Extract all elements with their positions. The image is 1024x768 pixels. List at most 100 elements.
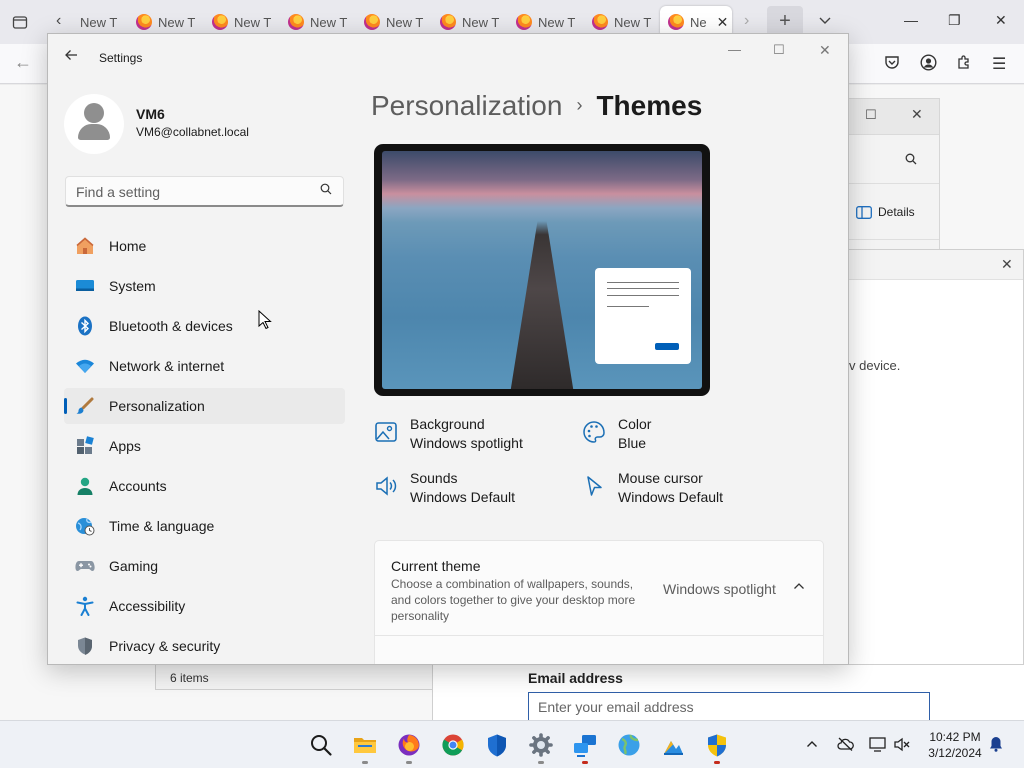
volume-muted-icon[interactable] xyxy=(894,737,910,755)
close-icon[interactable]: ✕ xyxy=(995,12,1007,29)
extensions-icon[interactable] xyxy=(956,54,972,75)
firefox-icon xyxy=(516,14,532,30)
settings-gear-icon[interactable] xyxy=(529,733,553,764)
back-arrow-icon[interactable] xyxy=(64,48,78,67)
chevron-up-icon[interactable] xyxy=(793,579,805,595)
security-shield-icon[interactable] xyxy=(705,733,729,764)
close-tab-icon[interactable]: ✕ xyxy=(717,14,729,31)
details-button[interactable]: Details xyxy=(856,205,915,219)
tab-list-icon[interactable] xyxy=(12,14,28,33)
color-value: Blue xyxy=(618,435,647,451)
firefox-icon[interactable] xyxy=(397,733,421,764)
breadcrumb-parent[interactable]: Personalization xyxy=(371,90,562,121)
person-icon xyxy=(75,476,95,496)
tab-title: New T xyxy=(80,14,118,30)
notification-bell-icon[interactable] xyxy=(989,736,1003,755)
background-title: Background xyxy=(410,416,485,432)
search-icon[interactable] xyxy=(905,153,917,168)
apps-icon xyxy=(75,436,95,456)
photos-icon[interactable] xyxy=(661,733,685,757)
nav-item-privacy[interactable]: Privacy & security xyxy=(64,628,345,664)
tab-title: New T xyxy=(538,14,576,30)
background-value: Windows spotlight xyxy=(410,435,523,451)
search-icon xyxy=(320,183,332,195)
chrome-icon[interactable] xyxy=(441,733,465,757)
cloud-offline-icon[interactable] xyxy=(837,737,854,754)
avatar xyxy=(64,94,124,154)
email-field[interactable] xyxy=(528,692,930,722)
search-icon[interactable] xyxy=(309,733,333,757)
theme-preview xyxy=(374,144,710,396)
minimize-icon[interactable]: — xyxy=(904,12,918,28)
home-icon xyxy=(75,236,95,256)
show-hidden-icons[interactable] xyxy=(806,737,818,753)
minimize-icon[interactable]: — xyxy=(728,42,741,57)
firefox-icon xyxy=(592,14,608,30)
maximize-icon[interactable]: ☐ xyxy=(773,42,785,58)
background-window: ☐ ✕ Details xyxy=(848,98,940,268)
menu-icon[interactable]: ☰ xyxy=(992,54,1006,74)
nav-item-apps[interactable]: Apps xyxy=(64,428,345,464)
details-label: Details xyxy=(878,205,915,219)
nav-item-accounts[interactable]: Accounts xyxy=(64,468,345,504)
remote-desktop-icon[interactable] xyxy=(573,733,597,764)
item-count: 6 items xyxy=(170,671,209,685)
window-title: Settings xyxy=(99,51,143,65)
page-title: Themes xyxy=(596,90,703,121)
pier-image xyxy=(510,221,574,389)
nav-item-bluetooth[interactable]: Bluetooth & devices xyxy=(64,308,345,344)
clock-time: 10:42 PM xyxy=(929,730,981,744)
close-icon[interactable]: ✕ xyxy=(1001,256,1013,273)
search-input[interactable]: Find a setting xyxy=(65,176,344,207)
network-icon[interactable] xyxy=(869,737,886,755)
nav-item-accessibility[interactable]: Accessibility xyxy=(64,588,345,624)
globe-clock-icon xyxy=(75,516,95,536)
current-theme-header[interactable]: Current theme Choose a combination of wa… xyxy=(375,541,823,636)
close-icon[interactable]: ✕ xyxy=(911,106,923,123)
tab-title: New T xyxy=(614,14,652,30)
nav-item-system[interactable]: System xyxy=(64,268,345,304)
nav-label: Home xyxy=(109,238,147,254)
network-globe-icon[interactable] xyxy=(617,733,641,757)
close-icon[interactable]: ✕ xyxy=(819,42,831,59)
nav-item-home[interactable]: Home xyxy=(64,228,345,264)
settings-window: Settings — ☐ ✕ VM6 VM6@collabnet.local F… xyxy=(47,33,849,665)
bluetooth-icon xyxy=(75,316,95,336)
nav-item-gaming[interactable]: Gaming xyxy=(64,548,345,584)
tab-scroll-right-icon[interactable]: › xyxy=(744,13,749,29)
defender-shield-icon[interactable] xyxy=(485,733,509,757)
mouse-pointer-icon xyxy=(258,310,272,330)
nav-item-network[interactable]: Network & internet xyxy=(64,348,345,384)
nav-label: Apps xyxy=(109,438,141,454)
file-explorer-icon[interactable] xyxy=(353,733,377,764)
restore-icon[interactable]: ❐ xyxy=(948,12,961,29)
tab-scroll-left-icon[interactable]: ‹ xyxy=(56,13,61,29)
firefox-icon xyxy=(364,14,380,30)
settings-title-bar: Settings — ☐ ✕ xyxy=(48,34,848,82)
chevron-down-icon[interactable] xyxy=(818,14,832,31)
color-setting[interactable]: Color Blue xyxy=(582,416,790,456)
mouse-title: Mouse cursor xyxy=(618,470,703,486)
nav-item-personalization[interactable]: Personalization xyxy=(64,388,345,424)
current-theme-card: Current theme Choose a combination of wa… xyxy=(374,540,824,664)
picture-icon xyxy=(374,420,398,444)
status-bar: 6 items xyxy=(155,664,433,690)
background-setting[interactable]: Background Windows spotlight xyxy=(374,416,582,456)
taskbar-clock[interactable]: 10:42 PM 3/12/2024 xyxy=(924,729,986,761)
sounds-title: Sounds xyxy=(410,470,458,486)
taskbar: 10:42 PM 3/12/2024 xyxy=(0,720,1024,768)
current-theme-description: Choose a combination of wallpapers, soun… xyxy=(391,577,636,623)
nav-label: System xyxy=(109,278,156,294)
account-icon[interactable] xyxy=(920,54,937,76)
nav-item-time-language[interactable]: Time & language xyxy=(64,508,345,544)
firefox-icon xyxy=(288,14,304,30)
wallpaper-preview-image xyxy=(382,151,702,389)
speaker-icon xyxy=(374,474,398,498)
nav-label: Time & language xyxy=(109,518,215,534)
tab-title: New T xyxy=(158,14,196,30)
pocket-icon[interactable] xyxy=(884,54,900,75)
mouse-cursor-setting[interactable]: Mouse cursor Windows Default xyxy=(582,470,790,510)
maximize-icon[interactable]: ☐ xyxy=(865,107,877,123)
sounds-setting[interactable]: Sounds Windows Default xyxy=(374,470,582,510)
back-arrow-icon[interactable]: ← xyxy=(14,52,32,73)
